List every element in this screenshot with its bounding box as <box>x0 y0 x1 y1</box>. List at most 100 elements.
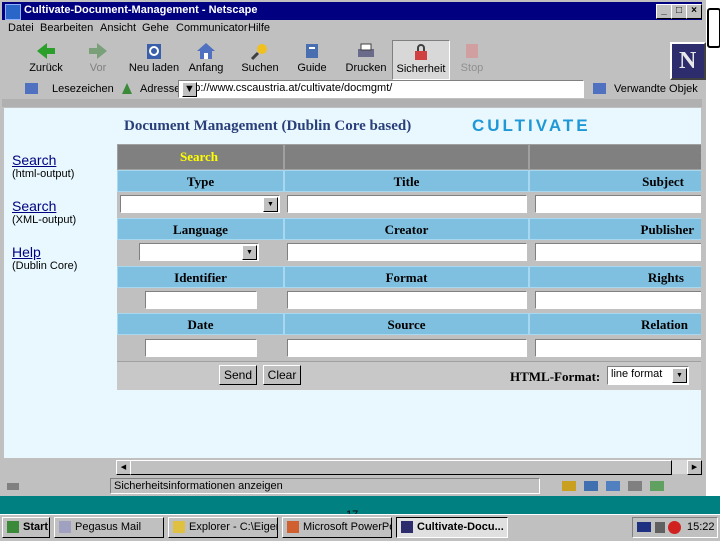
powerpoint-icon <box>287 521 299 534</box>
help-link[interactable]: Help <box>12 244 77 260</box>
print-icon <box>358 43 374 57</box>
task-pegasus-mail[interactable]: Pegasus Mail <box>54 517 164 538</box>
network-icon[interactable] <box>637 522 651 532</box>
menu-view[interactable]: Ansicht <box>100 22 136 34</box>
clock: 15:22 <box>687 521 715 533</box>
vertical-scrollbar[interactable] <box>706 0 720 496</box>
print-button[interactable]: Drucken <box>338 40 394 78</box>
close-button[interactable]: × <box>686 4 702 19</box>
address-label: Adresse <box>140 83 181 95</box>
cultivate-logo: CULTIVATE <box>472 116 591 135</box>
label-subject: Subject <box>529 170 701 192</box>
chevron-down-icon: ▼ <box>242 245 257 260</box>
taskbar: Start Pegasus Mail Explorer - C:\Eigen..… <box>0 514 720 541</box>
bookmarks-button[interactable]: Lesezeichen <box>52 83 114 95</box>
subject-input[interactable] <box>535 195 701 213</box>
menu-edit[interactable]: Bearbeiten <box>40 22 93 34</box>
form-header-search: Search <box>117 144 284 170</box>
creator-input[interactable] <box>287 243 527 261</box>
publisher-input[interactable] <box>535 243 701 261</box>
window-title: Cultivate-Document-Management - Netscape <box>24 4 258 16</box>
reload-icon <box>147 44 161 59</box>
personal-toolbar <box>2 99 702 107</box>
search-xml-note: (XML-output) <box>12 214 77 226</box>
netscape-n-icon: N <box>679 48 697 74</box>
horizontal-scrollbar[interactable]: ◀ ▶ <box>116 460 702 475</box>
label-title: Title <box>284 170 529 192</box>
scroll-thumb-vertical[interactable] <box>707 8 720 48</box>
home-button[interactable]: Anfang <box>178 40 234 78</box>
task-netscape[interactable]: Cultivate-Docu... <box>396 517 508 538</box>
bookmarks-icon <box>25 83 38 94</box>
speaker-icon[interactable] <box>655 522 665 533</box>
start-button[interactable]: Start <box>2 517 50 538</box>
date-input[interactable] <box>145 339 257 357</box>
help-note: (Dublin Core) <box>12 260 78 272</box>
scroll-left-icon[interactable]: ◀ <box>116 460 131 475</box>
scroll-right-icon[interactable]: ▶ <box>687 460 702 475</box>
search-icon <box>250 44 267 61</box>
html-format-select[interactable]: line format ▼ <box>607 366 689 385</box>
minimize-button[interactable]: _ <box>656 4 672 19</box>
menu-bar: Datei Bearbeiten Ansicht Gehe Communicat… <box>2 20 702 37</box>
related-objects-button[interactable]: Verwandte Objek <box>614 83 698 95</box>
label-relation: Relation <box>529 313 701 335</box>
antivirus-icon[interactable] <box>668 521 681 534</box>
lock-icon <box>415 44 427 60</box>
reload-button[interactable]: Neu laden <box>126 40 182 78</box>
menu-file[interactable]: Datei <box>8 22 34 34</box>
label-publisher: Publisher <box>529 218 701 240</box>
address-input[interactable]: http://www.cscaustria.at/cultivate/docmg… <box>178 80 584 98</box>
home-icon <box>197 43 215 59</box>
stop-button[interactable]: Stop <box>444 40 500 78</box>
guide-button[interactable]: Guide <box>284 40 340 78</box>
clear-button[interactable]: Clear <box>263 365 301 385</box>
title-bar[interactable]: Cultivate-Document-Management - Netscape… <box>2 2 702 20</box>
netscape-logo[interactable]: N <box>670 42 706 80</box>
page-title: Document Management (Dublin Core based) <box>124 118 412 134</box>
title-input[interactable] <box>287 195 527 213</box>
menu-help[interactable]: Hilfe <box>248 22 270 34</box>
windows-logo-icon <box>7 521 19 534</box>
navigation-toolbar: Zurück Vor Neu laden Anfang Suchen Guide… <box>6 38 666 80</box>
task-powerpoint[interactable]: Microsoft PowerPoi... <box>282 517 392 538</box>
maximize-button[interactable]: □ <box>671 4 687 19</box>
chevron-down-icon: ▼ <box>672 368 687 383</box>
label-rights: Rights <box>529 266 701 288</box>
search-button[interactable]: Suchen <box>232 40 288 78</box>
forward-button[interactable]: Vor <box>70 40 126 78</box>
search-html-link[interactable]: Search <box>12 152 74 168</box>
mail-icon <box>59 521 71 534</box>
back-button[interactable]: Zurück <box>18 40 74 78</box>
netscape-icon <box>401 521 413 534</box>
identifier-input[interactable] <box>145 291 257 309</box>
menu-communicator[interactable]: Communicator <box>176 22 248 34</box>
menu-go[interactable]: Gehe <box>142 22 169 34</box>
source-input[interactable] <box>287 339 527 357</box>
component-bar-icons[interactable] <box>560 480 670 492</box>
search-xml-link[interactable]: Search <box>12 198 76 214</box>
rights-input[interactable] <box>535 291 701 309</box>
security-button[interactable]: Sicherheit <box>392 40 450 80</box>
forward-arrow-icon <box>89 43 107 59</box>
sidebar-item-help: Help (Dublin Core) <box>12 244 77 272</box>
relation-input[interactable] <box>535 339 701 357</box>
type-select[interactable]: ▼ <box>120 195 280 213</box>
security-status-icon[interactable] <box>6 479 20 491</box>
stop-icon <box>466 44 478 58</box>
send-button[interactable]: Send <box>219 365 257 385</box>
scroll-thumb[interactable] <box>130 460 672 475</box>
label-date: Date <box>117 313 284 335</box>
netscape-window-icon <box>5 4 21 20</box>
address-dropdown-icon[interactable]: ▼ <box>182 82 197 97</box>
sidebar-item-search-xml: Search (XML-output) <box>12 198 76 226</box>
task-explorer[interactable]: Explorer - C:\Eigen... <box>168 517 278 538</box>
page-content: Document Management (Dublin Core based) … <box>4 108 701 458</box>
language-select[interactable]: ▼ <box>139 243 259 261</box>
label-creator: Creator <box>284 218 529 240</box>
related-icon <box>593 83 606 94</box>
search-html-note: (html-output) <box>12 168 75 180</box>
search-form: Search D Type Title Subject ▼ Language C… <box>117 144 701 390</box>
format-input[interactable] <box>287 291 527 309</box>
chevron-down-icon: ▼ <box>263 197 278 212</box>
